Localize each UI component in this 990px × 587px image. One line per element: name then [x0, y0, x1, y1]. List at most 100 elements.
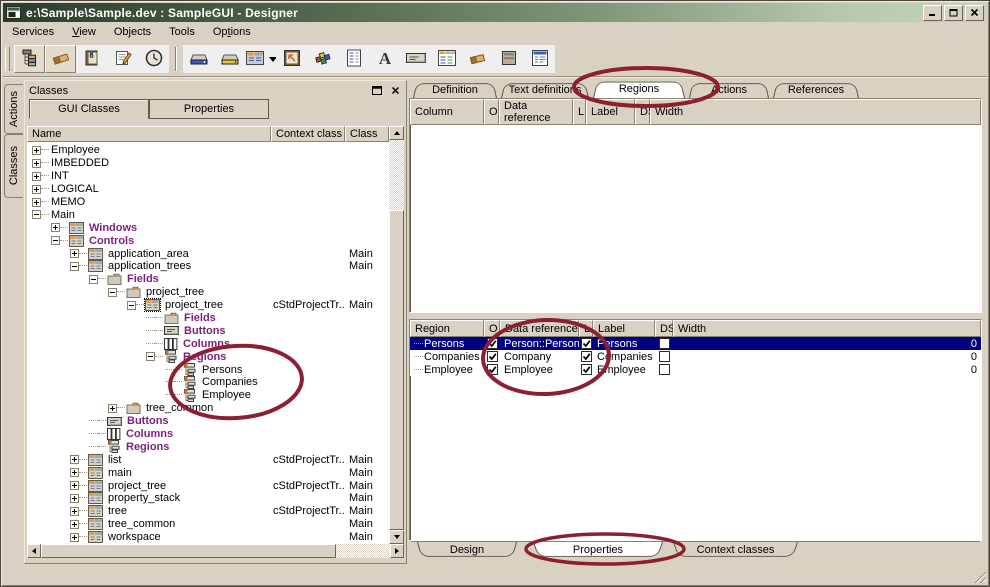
- toolbar-button-list-window[interactable]: [524, 45, 555, 73]
- column-header-o[interactable]: O: [484, 99, 499, 125]
- toolbar-button-eraser[interactable]: [45, 45, 76, 73]
- columns-table[interactable]: ColumnOData referenceLLabelDSWidth: [409, 98, 982, 313]
- toolbar-button-server-box[interactable]: [493, 45, 524, 73]
- scroll-left-button[interactable]: [27, 544, 41, 558]
- toolbar-button-edit-document[interactable]: [107, 45, 138, 73]
- tab-definition[interactable]: Definition: [413, 82, 497, 98]
- tree-item-imbedded[interactable]: IMBEDDED: [27, 157, 389, 170]
- tree-item-application-area[interactable]: application_areaMain: [27, 247, 389, 260]
- region-row-companies[interactable]: CompaniesCompanyCompanies0: [410, 350, 981, 363]
- tree-item-employee[interactable]: Employee: [27, 144, 389, 157]
- toolbar-button-drive-yellow[interactable]: [214, 45, 245, 73]
- tab-regions[interactable]: Regions: [593, 80, 685, 98]
- tab-properties[interactable]: Properties: [149, 99, 269, 119]
- toolbar-button-book[interactable]: [76, 45, 107, 73]
- tree-item-project-tree[interactable]: project_treecStdProjectTr...Main: [27, 299, 389, 312]
- dock-tab-actions[interactable]: Actions: [4, 84, 23, 134]
- scroll-right-button[interactable]: [390, 544, 404, 558]
- toolbar-button-report[interactable]: [338, 45, 369, 73]
- tree-item-main[interactable]: Main: [27, 208, 389, 221]
- toolbar-button-drive-blue[interactable]: [183, 45, 214, 73]
- toolbar-button-form-window[interactable]: [245, 45, 276, 73]
- ds-checkbox[interactable]: [659, 364, 670, 375]
- l-checkbox[interactable]: [581, 364, 592, 375]
- tree-item-columns[interactable]: Columns: [27, 337, 389, 350]
- ds-checkbox[interactable]: [659, 338, 670, 349]
- o-checkbox[interactable]: [487, 364, 498, 375]
- collapse-minus-icon[interactable]: [108, 288, 117, 297]
- expand-plus-icon[interactable]: [70, 481, 79, 490]
- column-header-label[interactable]: Label: [586, 99, 635, 125]
- expand-plus-icon[interactable]: [70, 494, 79, 503]
- tree-item-fields[interactable]: Fields: [27, 273, 389, 286]
- o-checkbox[interactable]: [487, 338, 498, 349]
- toolbar-button-hierarchy-tree[interactable]: [14, 45, 45, 73]
- tree-item-fields[interactable]: Fields: [27, 312, 389, 325]
- maximize-button[interactable]: [944, 5, 963, 21]
- column-header-data-reference[interactable]: Data reference: [499, 99, 573, 125]
- tree-item-project-tree[interactable]: project_tree: [27, 286, 389, 299]
- tree-item-project-tree[interactable]: project_treecStdProjectTr...Main: [27, 479, 389, 492]
- tree-item-application-trees[interactable]: application_treesMain: [27, 260, 389, 273]
- expand-plus-icon[interactable]: [108, 404, 117, 413]
- menu-objects[interactable]: Objects: [105, 24, 160, 40]
- minimize-button[interactable]: [923, 5, 942, 21]
- column-header-l[interactable]: L: [579, 320, 593, 337]
- collapse-minus-icon[interactable]: [89, 275, 98, 284]
- ds-checkbox[interactable]: [659, 351, 670, 362]
- tree-item-controls[interactable]: Controls: [27, 234, 389, 247]
- tree-item-regions[interactable]: Regions: [27, 440, 389, 453]
- tab-references[interactable]: References: [773, 82, 859, 98]
- tree-item-tree[interactable]: treecStdProjectTr...Main: [27, 505, 389, 518]
- tree-item-workspace[interactable]: workspaceMain: [27, 531, 389, 544]
- toolbar-button-push-button[interactable]: [400, 45, 431, 73]
- column-header-width[interactable]: Width: [673, 320, 981, 337]
- expand-plus-icon[interactable]: [32, 172, 41, 181]
- expand-plus-icon[interactable]: [32, 198, 41, 207]
- toolbar-button-grid-window[interactable]: [431, 45, 462, 73]
- regions-table[interactable]: RegionOData referenceLLabelDSWidth Perso…: [409, 319, 982, 541]
- column-header-ds[interactable]: DS: [635, 99, 650, 125]
- collapse-minus-icon[interactable]: [70, 262, 79, 271]
- title-bar[interactable]: e:\Sample\Sample.dev : SampleGUI - Desig…: [3, 3, 987, 22]
- collapse-minus-icon[interactable]: [51, 236, 60, 245]
- column-header-o[interactable]: O: [484, 320, 500, 337]
- expand-plus-icon[interactable]: [70, 455, 79, 464]
- column-header-l[interactable]: L: [573, 99, 586, 125]
- tree-item-memo[interactable]: MEMO: [27, 196, 389, 209]
- column-header-data-reference[interactable]: Data reference: [500, 320, 579, 337]
- panel-close-button[interactable]: [388, 85, 402, 97]
- region-row-persons[interactable]: PersonsPerson::PersonsPersons0: [410, 337, 981, 350]
- scroll-thumb[interactable]: [389, 210, 404, 530]
- expand-plus-icon[interactable]: [70, 468, 79, 477]
- expand-plus-icon[interactable]: [70, 507, 79, 516]
- o-checkbox[interactable]: [487, 351, 498, 362]
- expand-plus-icon[interactable]: [70, 249, 79, 258]
- tree-item-logical[interactable]: LOGICAL: [27, 183, 389, 196]
- tree-item-main[interactable]: mainMain: [27, 466, 389, 479]
- resize-grip[interactable]: [973, 570, 986, 583]
- tree-vertical-scrollbar[interactable]: [389, 126, 404, 544]
- expand-plus-icon[interactable]: [70, 533, 79, 542]
- tree-item-tree-common[interactable]: tree_commonMain: [27, 518, 389, 531]
- column-header-class[interactable]: Class: [345, 126, 389, 142]
- tree-item-buttons[interactable]: Buttons: [27, 415, 389, 428]
- collapse-minus-icon[interactable]: [32, 210, 41, 219]
- tree-item-buttons[interactable]: Buttons: [27, 324, 389, 337]
- menu-view[interactable]: View: [63, 24, 105, 40]
- column-header-ds[interactable]: DS: [655, 320, 673, 337]
- tree-item-windows[interactable]: Windows: [27, 221, 389, 234]
- toolbar-button-marker[interactable]: [307, 45, 338, 73]
- column-header-column[interactable]: Column: [410, 99, 484, 125]
- column-header-width[interactable]: Width: [650, 99, 981, 125]
- column-header-context-class[interactable]: Context class: [271, 126, 345, 142]
- tree-item-companies[interactable]: Companies: [27, 376, 389, 389]
- column-header-region[interactable]: Region: [410, 320, 484, 337]
- toolbar-button-eraser-flat[interactable]: [462, 45, 493, 73]
- toolbar-drag-handle[interactable]: [5, 47, 10, 71]
- tree-item-employee[interactable]: Employee: [27, 389, 389, 402]
- tab-text-definitions[interactable]: Text definitions: [501, 82, 589, 98]
- tree-item-property-stack[interactable]: property_stackMain: [27, 492, 389, 505]
- scroll-up-button[interactable]: [389, 126, 404, 140]
- menu-options[interactable]: Options: [204, 24, 260, 40]
